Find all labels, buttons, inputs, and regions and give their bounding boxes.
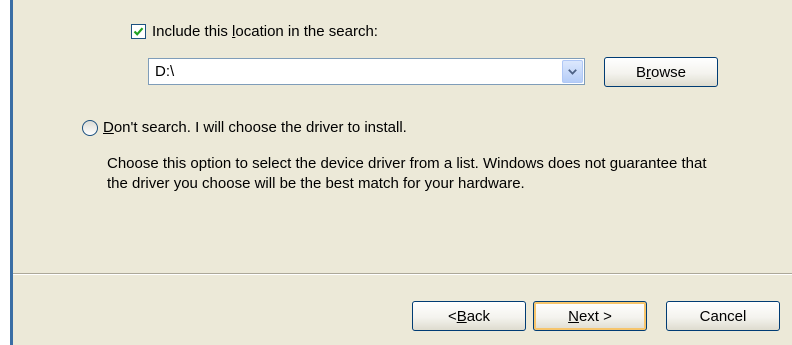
dont-search-label: Don't search. I will choose the driver t… — [103, 119, 407, 136]
combobox-dropdown-button[interactable] — [562, 60, 583, 83]
separator — [13, 273, 792, 275]
dont-search-description: Choose this option to select the device … — [107, 155, 707, 192]
include-location-label: Include this location in the search: — [152, 23, 378, 40]
browse-button[interactable]: Br owse — [604, 57, 718, 87]
include-location-checkbox[interactable] — [131, 24, 146, 39]
dont-search-option[interactable]: Don't search. I will choose the driver t… — [82, 119, 407, 136]
include-location-option[interactable]: Include this location in the search: — [131, 23, 378, 40]
accent-bar — [10, 0, 13, 345]
back-button[interactable]: < Back — [412, 301, 526, 331]
location-combobox-value: D:\ — [155, 63, 175, 80]
chevron-down-icon — [568, 68, 577, 75]
left-edge — [0, 0, 10, 345]
dont-search-radio[interactable] — [82, 119, 98, 136]
next-button[interactable]: Next > — [533, 301, 647, 331]
checkmark-icon — [133, 27, 144, 36]
cancel-button[interactable]: Cancel — [666, 301, 780, 331]
location-combobox[interactable]: D:\ — [148, 58, 585, 85]
